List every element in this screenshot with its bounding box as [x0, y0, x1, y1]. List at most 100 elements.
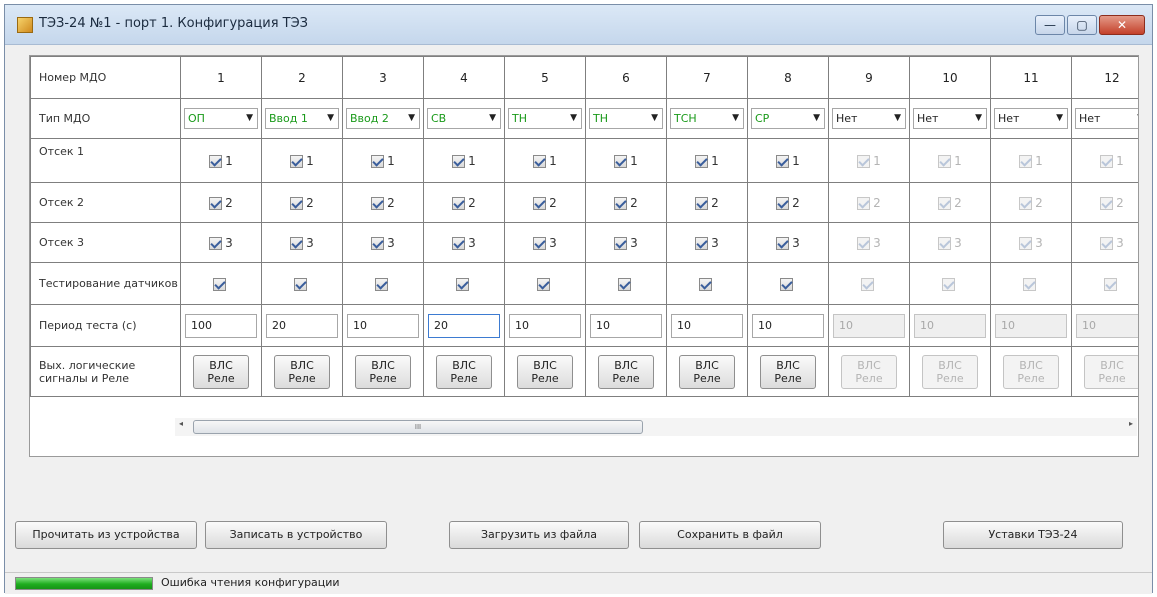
checkmark-icon[interactable]	[1019, 154, 1033, 168]
checkmark-icon[interactable]	[1019, 196, 1033, 210]
test-period-input[interactable]: 10	[914, 313, 986, 338]
compartment-checkbox[interactable]: 1	[182, 154, 261, 168]
checkmark-icon[interactable]	[938, 196, 952, 210]
checkmark-icon[interactable]	[452, 154, 466, 168]
sensor-test-checkbox[interactable]	[668, 277, 747, 291]
scroll-right-arrow-icon[interactable]: ▸	[1129, 419, 1133, 428]
signals-relay-button[interactable]: ВЛС Реле	[517, 354, 573, 389]
test-period-input[interactable]: 100	[185, 313, 257, 338]
compartment-checkbox[interactable]: 1	[587, 154, 666, 168]
checkmark-icon[interactable]	[776, 236, 790, 250]
checkmark-icon[interactable]	[294, 277, 307, 291]
checkmark-icon[interactable]	[938, 154, 952, 168]
sensor-test-checkbox[interactable]	[749, 277, 828, 291]
compartment-checkbox[interactable]: 1	[668, 154, 747, 168]
checkmark-icon[interactable]	[290, 154, 304, 168]
dropdown-arrow-icon[interactable]: ▼	[975, 109, 982, 128]
signals-relay-button[interactable]: ВЛС Реле	[760, 354, 816, 389]
compartment-checkbox[interactable]: 1	[263, 154, 342, 168]
sensor-test-checkbox[interactable]	[1073, 277, 1139, 291]
test-period-input[interactable]: 10	[833, 313, 905, 338]
signals-relay-button[interactable]: ВЛС Реле	[841, 354, 897, 389]
checkmark-icon[interactable]	[776, 154, 790, 168]
sensor-test-checkbox[interactable]	[506, 277, 585, 291]
load-from-file-button[interactable]: Загрузить из файла	[449, 521, 629, 549]
mdo-type-select[interactable]: Ввод 1 ▼	[265, 108, 339, 129]
signals-relay-button[interactable]: ВЛС Реле	[598, 354, 654, 389]
compartment-checkbox[interactable]: 2	[830, 196, 909, 210]
mdo-type-select[interactable]: Нет ▼	[1075, 108, 1138, 129]
checkmark-icon[interactable]	[699, 277, 712, 291]
checkmark-icon[interactable]	[537, 277, 550, 291]
checkmark-icon[interactable]	[857, 154, 871, 168]
compartment-checkbox[interactable]: 1	[749, 154, 828, 168]
checkmark-icon[interactable]	[861, 277, 874, 291]
dropdown-arrow-icon[interactable]: ▼	[246, 109, 253, 128]
test-period-input[interactable]: 10	[347, 313, 419, 338]
signals-relay-button[interactable]: ВЛС Реле	[193, 354, 249, 389]
compartment-checkbox[interactable]: 2	[344, 196, 423, 210]
read-from-device-button[interactable]: Прочитать из устройства	[15, 521, 197, 549]
test-period-input[interactable]: 10	[590, 313, 662, 338]
compartment-checkbox[interactable]: 3	[830, 236, 909, 250]
sensor-test-checkbox[interactable]	[587, 277, 666, 291]
compartment-checkbox[interactable]: 2	[182, 196, 261, 210]
compartment-checkbox[interactable]: 2	[992, 196, 1071, 210]
compartment-checkbox[interactable]: 3	[749, 236, 828, 250]
checkmark-icon[interactable]	[1104, 277, 1117, 291]
compartment-checkbox[interactable]: 2	[1073, 196, 1139, 210]
scroll-left-arrow-icon[interactable]: ◂	[179, 419, 183, 428]
dropdown-arrow-icon[interactable]: ▼	[894, 109, 901, 128]
compartment-checkbox[interactable]: 3	[1073, 236, 1139, 250]
close-button[interactable]: ✕	[1099, 15, 1145, 35]
settings-button[interactable]: Уставки ТЭЗ-24	[943, 521, 1123, 549]
dropdown-arrow-icon[interactable]: ▼	[732, 109, 739, 128]
dropdown-arrow-icon[interactable]: ▼	[813, 109, 820, 128]
compartment-checkbox[interactable]: 3	[425, 236, 504, 250]
test-period-input[interactable]: 10	[1076, 313, 1138, 338]
checkmark-icon[interactable]	[1019, 236, 1033, 250]
checkmark-icon[interactable]	[1100, 236, 1114, 250]
compartment-checkbox[interactable]: 1	[506, 154, 585, 168]
signals-relay-button[interactable]: ВЛС Реле	[679, 354, 735, 389]
dropdown-arrow-icon[interactable]: ▼	[1056, 109, 1063, 128]
signals-relay-button[interactable]: ВЛС Реле	[436, 354, 492, 389]
checkmark-icon[interactable]	[371, 196, 385, 210]
dropdown-arrow-icon[interactable]: ▼	[651, 109, 658, 128]
signals-relay-button[interactable]: ВЛС Реле	[274, 354, 330, 389]
compartment-checkbox[interactable]: 2	[749, 196, 828, 210]
checkmark-icon[interactable]	[614, 196, 628, 210]
checkmark-icon[interactable]	[213, 277, 226, 291]
compartment-checkbox[interactable]: 3	[911, 236, 990, 250]
mdo-type-select[interactable]: СР ▼	[751, 108, 825, 129]
checkmark-icon[interactable]	[780, 277, 793, 291]
sensor-test-checkbox[interactable]	[263, 277, 342, 291]
sensor-test-checkbox[interactable]	[182, 277, 261, 291]
test-period-input[interactable]: 10	[671, 313, 743, 338]
checkmark-icon[interactable]	[942, 277, 955, 291]
checkmark-icon[interactable]	[1100, 196, 1114, 210]
checkmark-icon[interactable]	[618, 277, 631, 291]
compartment-checkbox[interactable]: 1	[425, 154, 504, 168]
horizontal-scrollbar[interactable]: ◂ III ▸	[175, 418, 1137, 436]
dropdown-arrow-icon[interactable]: ▼	[489, 109, 496, 128]
checkmark-icon[interactable]	[371, 236, 385, 250]
signals-relay-button[interactable]: ВЛС Реле	[355, 354, 411, 389]
dropdown-arrow-icon[interactable]: ▼	[327, 109, 334, 128]
test-period-input[interactable]: 10	[995, 313, 1067, 338]
mdo-type-select[interactable]: ОП ▼	[184, 108, 258, 129]
checkmark-icon[interactable]	[1023, 277, 1036, 291]
checkmark-icon[interactable]	[209, 196, 223, 210]
dropdown-arrow-icon[interactable]: ▼	[570, 109, 577, 128]
sensor-test-checkbox[interactable]	[344, 277, 423, 291]
checkmark-icon[interactable]	[375, 277, 388, 291]
mdo-type-select[interactable]: ТН ▼	[589, 108, 663, 129]
checkmark-icon[interactable]	[614, 236, 628, 250]
checkmark-icon[interactable]	[452, 196, 466, 210]
sensor-test-checkbox[interactable]	[911, 277, 990, 291]
compartment-checkbox[interactable]: 3	[182, 236, 261, 250]
compartment-checkbox[interactable]: 3	[344, 236, 423, 250]
checkmark-icon[interactable]	[209, 154, 223, 168]
test-period-input[interactable]: 20	[428, 313, 500, 338]
compartment-checkbox[interactable]: 3	[992, 236, 1071, 250]
